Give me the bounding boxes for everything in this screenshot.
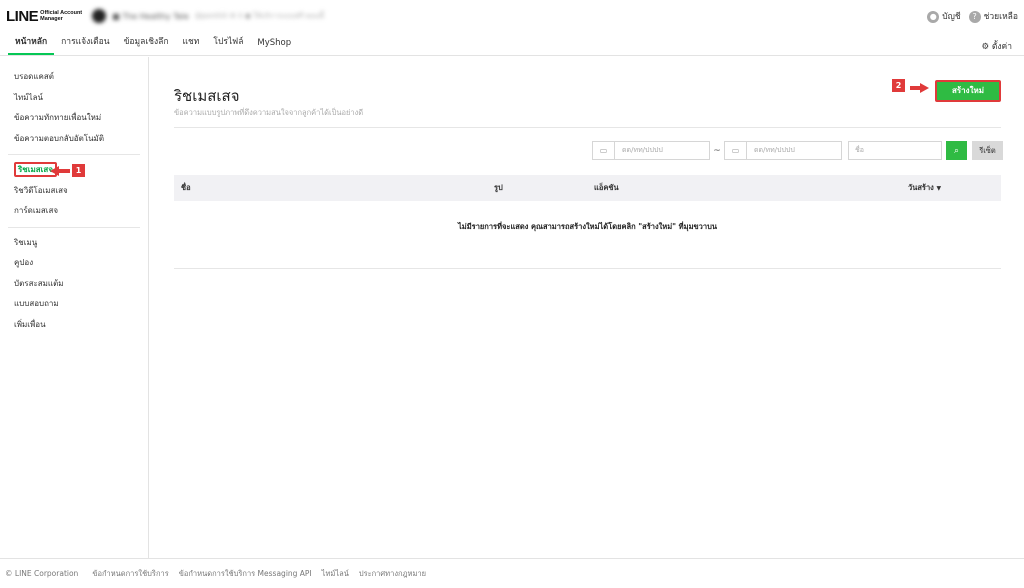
account-name: ■ The Healthy Tale bbox=[112, 11, 189, 21]
copyright: © LINE Corporation bbox=[5, 569, 79, 578]
sidebar-item-broadcast[interactable]: บรอดแคสต์ bbox=[0, 67, 148, 88]
callout-arrow-2 bbox=[920, 83, 929, 93]
footer: © LINE Corporation ข้อกำหนดการใช้บริการ … bbox=[0, 558, 1024, 588]
page-description: ข้อความแบบรูปภาพที่ดึงความสนใจจากลูกค้าไ… bbox=[174, 108, 364, 117]
callout-arrow-1-tail bbox=[58, 168, 70, 173]
callout-arrow-2-tail bbox=[910, 86, 920, 90]
column-action: แอ็คชัน bbox=[594, 183, 619, 192]
search-button[interactable]: ⌕ bbox=[946, 141, 967, 160]
date-from-input[interactable]: ▭ ดด/ทท/ปปปป bbox=[592, 141, 710, 160]
account-menu[interactable]: ● บัญชี bbox=[927, 9, 961, 23]
footer-link-timeline[interactable]: ไทม์ไลน์ bbox=[322, 568, 349, 580]
sidebar-item-rich-menu[interactable]: ริชเมนู bbox=[0, 233, 148, 254]
sidebar-divider bbox=[8, 154, 140, 155]
settings-link[interactable]: ⚙ ตั้งค่า bbox=[982, 39, 1012, 53]
tab-notifications[interactable]: การแจ้งเตือน bbox=[54, 34, 116, 55]
column-created-date[interactable]: วันสร้าง ▼ bbox=[908, 175, 941, 202]
footer-link-legal[interactable]: ประกาศทางกฎหมาย bbox=[359, 568, 426, 580]
account-avatar bbox=[92, 9, 107, 23]
search-icon: ⌕ bbox=[953, 145, 960, 156]
create-new-button[interactable]: สร้างใหม่ bbox=[935, 80, 1001, 102]
logo-line-text: LINE bbox=[6, 7, 39, 25]
sidebar-item-rich-message[interactable]: ริชเมสเสจ 1 bbox=[0, 160, 148, 181]
help-icon: ? bbox=[968, 10, 981, 23]
sidebar-item-add-friend[interactable]: เพิ่มเพื่อน bbox=[0, 315, 148, 336]
tab-myshop[interactable]: MyShop bbox=[250, 38, 298, 55]
callout-badge-2: 2 bbox=[892, 79, 905, 92]
reset-button[interactable]: รีเซ็ต bbox=[972, 141, 1003, 160]
main-nav: หน้าหลัก การแจ้งเตือน ข้อมูลเชิงลึก แชท … bbox=[0, 32, 1024, 56]
sidebar-item-survey[interactable]: แบบสอบถาม bbox=[0, 294, 148, 315]
title-divider bbox=[174, 127, 1001, 128]
footer-link-terms[interactable]: ข้อกำหนดการใช้บริการ bbox=[92, 568, 168, 580]
user-icon: ● bbox=[927, 10, 940, 23]
help-menu[interactable]: ? ช่วยเหลือ bbox=[968, 9, 1018, 23]
calendar-icon: ▭ bbox=[593, 142, 615, 159]
logo-sub-text: Official Account Manager bbox=[40, 10, 83, 22]
sort-desc-icon: ▼ bbox=[936, 185, 942, 192]
account-meta: @pontiiiii ⚙ 0 ● ให้บริการแบบฟรี ตอนนี้ bbox=[194, 11, 325, 20]
column-image: รูป bbox=[494, 183, 503, 192]
gear-icon: ⚙ bbox=[981, 42, 990, 52]
sidebar: บรอดแคสต์ ไทม์ไลน์ ข้อความทักทายเพื่อนให… bbox=[0, 57, 149, 558]
sidebar-item-reward-card[interactable]: บัตรสะสมแต้ม bbox=[0, 274, 148, 295]
tab-insights[interactable]: ข้อมูลเชิงลึก bbox=[117, 34, 176, 55]
top-bar: LINE Official Account Manager ■ The Heal… bbox=[0, 0, 1024, 32]
tab-chat[interactable]: แชท bbox=[176, 34, 207, 55]
column-name[interactable]: ชื่อ bbox=[181, 175, 191, 201]
calendar-icon: ▭ bbox=[725, 142, 747, 159]
sidebar-item-coupon[interactable]: คูปอง bbox=[0, 253, 148, 274]
sidebar-item-card-message[interactable]: การ์ดเมสเสจ bbox=[0, 201, 148, 222]
tab-home[interactable]: หน้าหลัก bbox=[8, 34, 55, 55]
sidebar-item-rich-video[interactable]: ริชวิดีโอเมสเสจ bbox=[0, 181, 148, 202]
date-range-separator: ~ bbox=[713, 145, 721, 156]
table-header: ชื่อ รูป แอ็คชัน วันสร้าง ▼ bbox=[174, 175, 1001, 201]
date-to-input[interactable]: ▭ ดด/ทท/ปปปป bbox=[724, 141, 842, 160]
callout-badge-1: 1 bbox=[72, 163, 85, 177]
tab-profile[interactable]: โปรไฟล์ bbox=[206, 34, 250, 55]
empty-state-message: ไม่มีรายการที่จะแสดง คุณสามารถสร้างใหม่ไ… bbox=[458, 222, 717, 231]
filter-bar: ▭ ดด/ทท/ปปปป ~ ▭ ดด/ทท/ปปปป ชื่อ ⌕ รีเซ็… bbox=[592, 141, 1003, 160]
line-oa-logo[interactable]: LINE Official Account Manager bbox=[6, 8, 82, 25]
account-switcher[interactable]: ■ The Healthy Tale @pontiiiii ⚙ 0 ● ให้บ… bbox=[92, 9, 324, 23]
table-bottom-border bbox=[174, 268, 1001, 269]
name-search-input[interactable]: ชื่อ bbox=[848, 141, 942, 160]
sidebar-item-greeting[interactable]: ข้อความทักทายเพื่อนใหม่ bbox=[0, 108, 148, 129]
page-title: ริชเมสเสจ bbox=[174, 87, 240, 105]
footer-link-messaging-api-terms[interactable]: ข้อกำหนดการใช้บริการ Messaging API bbox=[179, 568, 312, 580]
sidebar-divider bbox=[8, 226, 140, 228]
sidebar-item-timeline[interactable]: ไทม์ไลน์ bbox=[0, 88, 148, 109]
sidebar-item-auto-reply[interactable]: ข้อความตอบกลับอัตโนมัติ bbox=[0, 129, 148, 150]
